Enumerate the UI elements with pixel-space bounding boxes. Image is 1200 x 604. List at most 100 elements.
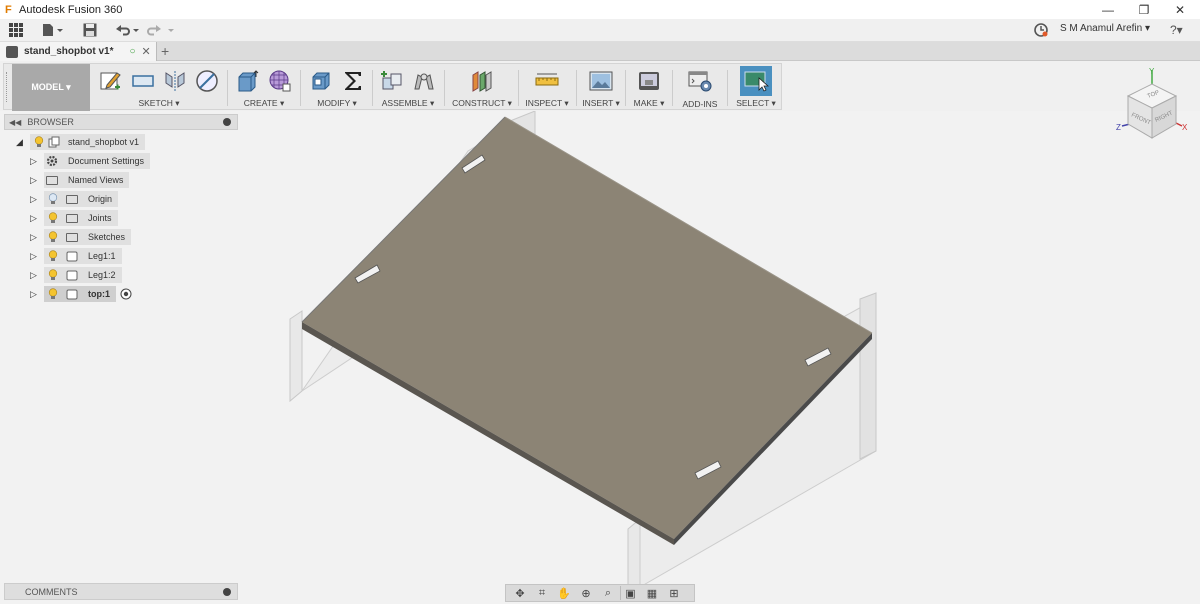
mirror-icon[interactable] [162, 68, 188, 94]
form-icon[interactable] [267, 68, 293, 94]
tree-root-label: stand_shopbot v1 [68, 137, 140, 147]
rectangle-icon[interactable] [130, 68, 156, 94]
save-icon[interactable] [83, 22, 97, 38]
lightbulb-icon[interactable] [48, 250, 58, 262]
expand-triangle-icon[interactable]: ▷ [30, 213, 40, 224]
insert-image-icon[interactable] [588, 68, 614, 94]
expand-triangle-icon[interactable]: ▷ [30, 232, 40, 243]
lightbulb-icon[interactable] [48, 212, 58, 224]
expand-triangle-icon[interactable]: ▷ [30, 156, 40, 167]
tree-item-joints[interactable]: ▷ Joints [30, 210, 118, 226]
sigma-parameters-icon[interactable] [340, 68, 366, 94]
addins-group[interactable]: ADD-INS [674, 64, 726, 111]
comments-title: COMMENTS [25, 586, 78, 597]
tree-item-top-1[interactable]: ▷ top:1 [30, 286, 132, 302]
look-at-icon[interactable]: ⌗ [532, 586, 552, 600]
select-label: SELECT ▾ [736, 98, 776, 108]
tree-item-sketches[interactable]: ▷ Sketches [30, 229, 132, 245]
pan-hand-icon[interactable]: ✋ [554, 586, 574, 600]
viewports-icon[interactable]: ⊞ [664, 586, 684, 600]
activate-component-icon[interactable] [120, 288, 132, 300]
comments-panel[interactable]: COMMENTS [4, 583, 238, 600]
toolbar-divider [518, 70, 519, 106]
help-icon[interactable]: ?▾ [1170, 22, 1183, 38]
restore-button[interactable]: ❐ [1126, 0, 1162, 19]
tree-item-document-settings[interactable]: ▷ Document Settings [30, 153, 151, 169]
lightbulb-icon[interactable] [48, 231, 58, 243]
expand-triangle-icon[interactable]: ▷ [30, 194, 40, 205]
data-panel-grid-icon[interactable] [9, 22, 23, 38]
collapse-triangle-icon[interactable]: ◢ [16, 137, 26, 148]
expand-triangle-icon[interactable]: ▷ [30, 270, 40, 281]
press-pull-icon[interactable] [308, 68, 334, 94]
toolbar-ribbon: MODEL ▾ SKETCH ▾ CREATE ▾ MODIFY ▾ ASSEM… [3, 63, 782, 111]
modify-group[interactable]: MODIFY ▾ [303, 64, 371, 111]
close-tab-button[interactable]: ✕ [142, 45, 151, 58]
browser-panel-header[interactable]: ◀◀ BROWSER [4, 114, 238, 130]
axis-z-label: Z [1116, 123, 1121, 132]
browser-pin-icon[interactable] [223, 118, 231, 126]
minimize-button[interactable]: — [1090, 0, 1126, 19]
scripts-addins-icon[interactable] [687, 68, 713, 94]
create-group[interactable]: CREATE ▾ [230, 64, 298, 111]
orbit-icon[interactable]: ✥ [510, 586, 530, 600]
assemble-group[interactable]: ASSEMBLE ▾ [374, 64, 442, 111]
extrude-icon[interactable] [235, 68, 261, 94]
lightbulb-icon[interactable] [48, 269, 58, 281]
quick-access-bar: S M Anamul Arefin ▾ ?▾ [0, 19, 1200, 42]
redo-icon[interactable] [147, 22, 175, 38]
joint-icon[interactable] [411, 68, 437, 94]
measure-icon[interactable] [534, 68, 560, 94]
lightbulb-off-icon[interactable] [48, 193, 58, 205]
expand-triangle-icon[interactable]: ▷ [30, 251, 40, 262]
zoom-window-icon[interactable]: ⌕ [598, 586, 618, 600]
tree-item-named-views[interactable]: ▷ Named Views [30, 172, 130, 188]
tree-item-label: Origin [88, 194, 113, 204]
offset-plane-icon[interactable] [469, 68, 495, 94]
collapse-browser-icon[interactable]: ◀◀ [9, 118, 21, 127]
grid-settings-icon[interactable]: ▦ [642, 586, 662, 600]
workspace-switcher[interactable]: MODEL ▾ [12, 64, 90, 111]
lightbulb-icon[interactable] [48, 288, 58, 300]
canvas-viewport[interactable] [240, 110, 1100, 588]
select-group[interactable]: SELECT ▾ [730, 64, 782, 111]
3d-print-icon[interactable] [636, 68, 662, 94]
toolbar-grip [6, 72, 9, 102]
insert-label: INSERT ▾ [582, 98, 620, 108]
new-component-icon[interactable] [379, 68, 405, 94]
new-tab-button[interactable]: + [161, 43, 169, 59]
tab-stand-shopbot[interactable]: stand_shopbot v1* ○ ✕ [0, 42, 157, 61]
tree-item-label: top:1 [88, 289, 110, 299]
toolbar-divider [444, 70, 445, 106]
expand-triangle-icon[interactable]: ▷ [30, 289, 40, 300]
zoom-icon[interactable]: ⊕ [576, 586, 596, 600]
body-icon [66, 270, 78, 281]
sync-status-icon: ○ [129, 46, 136, 57]
stop-sketch-icon[interactable] [194, 68, 220, 94]
undo-icon[interactable] [114, 22, 140, 38]
select-icon[interactable] [740, 66, 772, 96]
toolbar-divider [372, 70, 373, 106]
lightbulb-icon[interactable] [34, 136, 44, 148]
close-window-button[interactable]: ✕ [1162, 0, 1198, 19]
expand-triangle-icon[interactable]: ▷ [30, 175, 40, 186]
construct-group[interactable]: CONSTRUCT ▾ [447, 64, 517, 111]
create-sketch-icon[interactable] [98, 68, 124, 94]
browser-title: BROWSER [27, 117, 74, 127]
tree-root[interactable]: ◢ stand_shopbot v1 [16, 134, 146, 150]
tree-item-leg1-1[interactable]: ▷ Leg1:1 [30, 248, 122, 264]
comments-toggle-icon[interactable] [223, 588, 231, 596]
make-group[interactable]: MAKE ▾ [627, 64, 671, 111]
job-status-icon[interactable] [1034, 22, 1048, 38]
sketch-group[interactable]: SKETCH ▾ [92, 64, 226, 111]
display-settings-icon[interactable]: ▣ [620, 586, 640, 600]
user-account-menu[interactable]: S M Anamul Arefin ▾ [1060, 23, 1150, 34]
view-cube[interactable]: TOP FRONT RIGHT Y Z X [1110, 66, 1190, 146]
model-scene[interactable] [240, 110, 1100, 588]
file-menu-icon[interactable] [42, 22, 64, 38]
body-icon [66, 289, 78, 300]
tree-item-leg1-2[interactable]: ▷ Leg1:2 [30, 267, 122, 283]
inspect-group[interactable]: INSPECT ▾ [520, 64, 574, 111]
insert-group[interactable]: INSERT ▾ [578, 64, 624, 111]
tree-item-origin[interactable]: ▷ Origin [30, 191, 119, 207]
